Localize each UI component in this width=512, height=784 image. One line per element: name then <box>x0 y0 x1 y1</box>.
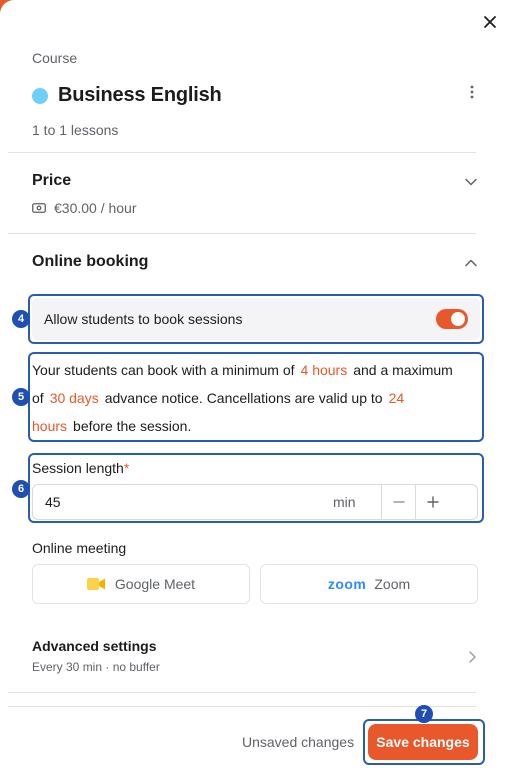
save-changes-button[interactable]: Save changes <box>368 724 478 760</box>
zoom-icon: zoom <box>327 576 367 592</box>
advanced-settings-open-button[interactable] <box>465 650 479 664</box>
course-name: Business English <box>58 84 222 106</box>
session-length-increment-button[interactable] <box>415 485 449 519</box>
more-options-button[interactable] <box>464 84 480 100</box>
kebab-menu-icon <box>470 85 474 99</box>
course-color-dot <box>32 87 48 104</box>
plus-icon <box>426 496 439 508</box>
annotation-badge: 6 <box>12 480 30 498</box>
course-label: Course <box>32 50 78 66</box>
price-value: €30.00 / hour <box>32 200 137 216</box>
close-icon <box>484 16 496 28</box>
online-booking-collapse-button[interactable] <box>463 255 479 271</box>
course-subtitle: 1 to 1 lessons <box>32 122 119 138</box>
zoom-label: Zoom <box>374 576 411 592</box>
course-panel: Course Business English 1 to 1 lessons P… <box>0 0 512 784</box>
session-length-input[interactable] <box>33 485 333 519</box>
annotation-badge: 5 <box>12 388 30 406</box>
allow-booking-toggle[interactable] <box>436 309 468 329</box>
divider <box>8 152 476 153</box>
divider <box>8 692 476 693</box>
notice-text-part: before the session. <box>73 418 192 434</box>
session-length-field: min <box>32 484 478 520</box>
max-notice-value[interactable]: 30 days <box>50 390 99 406</box>
session-length-decrement-button[interactable] <box>381 485 415 519</box>
required-mark: * <box>123 460 130 476</box>
cash-icon <box>32 203 46 213</box>
google-meet-label: Google Meet <box>114 576 196 592</box>
price-amount: €30.00 / hour <box>54 200 137 216</box>
session-length-unit: min <box>333 494 356 510</box>
unsaved-changes-status: Unsaved changes <box>242 734 355 750</box>
price-section-title: Price <box>32 172 72 189</box>
annotation-badge: 7 <box>415 705 433 723</box>
annotation-badge: 4 <box>12 310 30 328</box>
session-length-label: Session length* <box>32 460 129 476</box>
allow-booking-row: Allow students to book sessions <box>32 298 480 340</box>
session-length-label-text: Session length <box>32 460 124 476</box>
divider <box>8 233 476 234</box>
minus-icon <box>392 501 405 503</box>
min-notice-value[interactable]: 4 hours <box>301 362 348 378</box>
toggle-knob <box>451 312 465 326</box>
allow-booking-label: Allow students to book sessions <box>44 311 243 327</box>
notice-text-part: advance notice. Cancellations are valid … <box>104 390 383 406</box>
chevron-up-icon <box>465 259 477 267</box>
google-meet-option[interactable]: Google Meet <box>32 564 250 604</box>
chevron-down-icon <box>465 178 477 186</box>
close-button[interactable] <box>480 12 500 32</box>
booking-notice-text: Your students can book with a minimum of… <box>32 356 478 440</box>
price-expand-button[interactable] <box>463 174 479 190</box>
footer-divider <box>8 706 476 707</box>
zoom-option[interactable]: zoom Zoom <box>260 564 478 604</box>
notice-text-part: Your students can book with a minimum of <box>32 362 295 378</box>
google-meet-icon <box>86 578 105 590</box>
advanced-settings-summary: Every 30 min · no buffer <box>32 660 160 674</box>
course-title: Business English <box>32 84 222 107</box>
chevron-right-icon <box>468 651 476 663</box>
online-meeting-label: Online meeting <box>32 540 127 556</box>
online-booking-section-title: Online booking <box>32 253 149 270</box>
advanced-settings-title: Advanced settings <box>32 638 157 654</box>
